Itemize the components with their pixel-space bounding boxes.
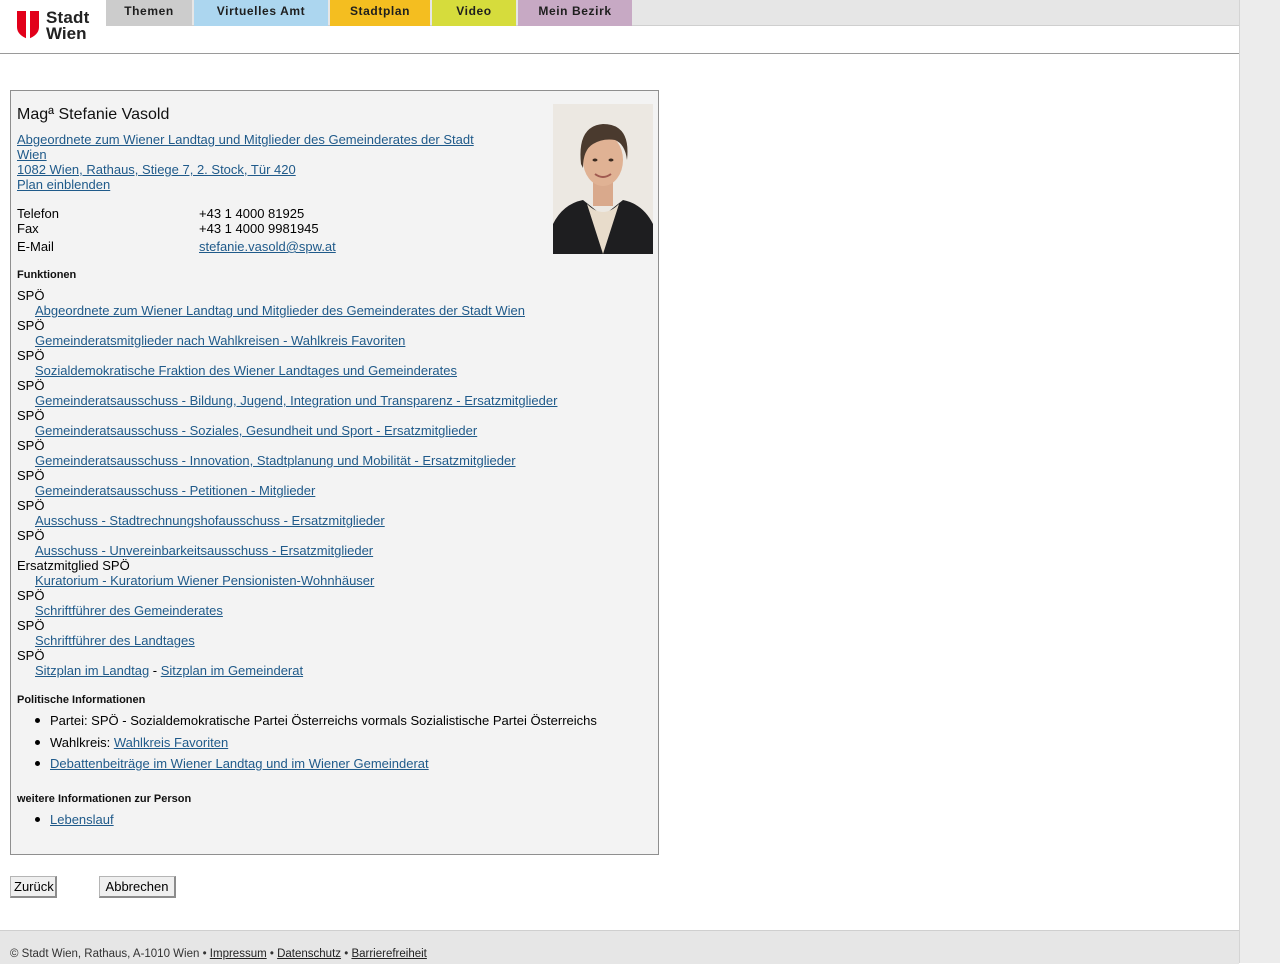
impressum-link[interactable]: Impressum — [210, 948, 267, 960]
function-link[interactable]: Sozialdemokratische Fraktion des Wiener … — [35, 363, 457, 378]
function-party: SPÖ — [17, 318, 45, 333]
function-link[interactable]: Gemeinderatsausschuss - Bildung, Jugend,… — [35, 393, 557, 408]
portrait-image — [553, 104, 653, 254]
role-link[interactable]: Abgeordnete zum Wiener Landtag und Mitgl… — [17, 132, 487, 162]
function-link[interactable]: Gemeinderatsausschuss - Soziales, Gesund… — [35, 423, 477, 438]
footer-bullet: • — [341, 948, 352, 960]
email-row: E-Mail stefanie.vasold@spw.at — [17, 239, 497, 257]
function-party: Ersatzmitglied SPÖ — [17, 558, 130, 573]
function-link[interactable]: Ausschuss - Unvereinbarkeitsausschuss - … — [35, 543, 373, 558]
site-header: Stadt Wien Themen Virtuelles Amt Stadtpl… — [0, 0, 1239, 54]
contact-table: Telefon +43 1 4000 81925 Fax +43 1 4000 … — [17, 206, 497, 257]
barrierefreiheit-link[interactable]: Barrierefreiheit — [351, 948, 426, 960]
datenschutz-link[interactable]: Datenschutz — [277, 948, 341, 960]
more-info-heading: weitere Informationen zur Person — [17, 793, 192, 805]
party-text: Partei: SPÖ - Sozialdemokratische Partei… — [50, 713, 597, 728]
email-label: E-Mail — [17, 239, 54, 254]
function-party: SPÖ — [17, 348, 45, 363]
seating-plan-item: SPÖ Sitzplan im Landtag - Sitzplan im Ge… — [17, 648, 647, 678]
tab-mein-bezirk[interactable]: Mein Bezirk — [518, 0, 632, 26]
person-name: Magª Stefanie Vasold — [17, 106, 170, 123]
function-item: SPÖ Sozialdemokratische Fraktion des Wie… — [17, 348, 647, 378]
function-party: SPÖ — [17, 588, 45, 603]
seating-plan-landtag-link[interactable]: Sitzplan im Landtag — [35, 663, 149, 678]
function-party: SPÖ — [17, 408, 45, 423]
tab-stadtplan[interactable]: Stadtplan — [330, 0, 430, 26]
function-link[interactable]: Schriftführer des Gemeinderates — [35, 603, 223, 618]
function-party: SPÖ — [17, 438, 45, 453]
more-info-list: Lebenslauf — [17, 810, 647, 832]
party-item: Partei: SPÖ - Sozialdemokratische Partei… — [17, 711, 647, 733]
back-button[interactable]: Zurück — [10, 876, 57, 898]
cv-link[interactable]: Lebenslauf — [50, 812, 114, 827]
function-link[interactable]: Schriftführer des Landtages — [35, 633, 195, 648]
function-party: SPÖ — [17, 498, 45, 513]
cv-item: Lebenslauf — [17, 810, 647, 832]
fax-row: Fax +43 1 4000 9981945 — [17, 221, 497, 236]
fax-value: +43 1 4000 9981945 — [199, 221, 319, 236]
political-info-heading: Politische Informationen — [17, 694, 146, 706]
function-item: SPÖ Gemeinderatsausschuss - Bildung, Jug… — [17, 378, 647, 408]
function-item: SPÖ Ausschuss - Unvereinbarkeitsausschus… — [17, 528, 647, 558]
wahlkreis-label: Wahlkreis: — [50, 734, 114, 750]
function-party: SPÖ — [17, 288, 45, 303]
function-party: SPÖ — [17, 648, 45, 663]
person-card: Magª Stefanie Vasold Abgeordnete zum Wie… — [10, 90, 659, 855]
phone-row: Telefon +43 1 4000 81925 — [17, 206, 497, 221]
footer-copyright: © Stadt Wien, Rathaus, A-1010 Wien — [10, 948, 200, 960]
function-link[interactable]: Kuratorium - Kuratorium Wiener Pensionis… — [35, 573, 374, 588]
footer-text: © Stadt Wien, Rathaus, A-1010 Wien • Imp… — [10, 948, 427, 960]
function-link[interactable]: Gemeinderatsausschuss - Petitionen - Mit… — [35, 483, 315, 498]
role-block: Abgeordnete zum Wiener Landtag und Mitgl… — [17, 132, 487, 192]
wahlkreis-link[interactable]: Wahlkreis Favoriten — [114, 735, 228, 750]
function-item: SPÖ Abgeordnete zum Wiener Landtag und M… — [17, 288, 647, 318]
functions-heading: Funktionen — [17, 269, 77, 281]
debate-item: Debattenbeiträge im Wiener Landtag und i… — [17, 754, 647, 776]
functions-list: SPÖ Abgeordnete zum Wiener Landtag und M… — [17, 288, 647, 678]
link-separator: - — [149, 663, 161, 678]
logo-text-wien: Wien — [46, 24, 87, 43]
political-info-list: Partei: SPÖ - Sozialdemokratische Partei… — [17, 711, 647, 776]
function-item: SPÖ Gemeinderatsausschuss - Innovation, … — [17, 438, 647, 468]
tab-themen[interactable]: Themen — [106, 0, 192, 26]
function-item: Ersatzmitglied SPÖ Kuratorium - Kuratori… — [17, 558, 647, 588]
function-item: SPÖ Gemeinderatsmitglieder nach Wahlkrei… — [17, 318, 647, 348]
function-link[interactable]: Gemeinderatsausschuss - Innovation, Stad… — [35, 453, 516, 468]
function-item: SPÖ Ausschuss - Stadtrechnungshofausschu… — [17, 498, 647, 528]
function-party: SPÖ — [17, 528, 45, 543]
cancel-button[interactable]: Abbrechen — [99, 876, 176, 898]
function-item: SPÖ Schriftführer des Gemeinderates — [17, 588, 647, 618]
tab-virtuelles-amt[interactable]: Virtuelles Amt — [194, 0, 328, 26]
site-footer: © Stadt Wien, Rathaus, A-1010 Wien • Imp… — [0, 930, 1239, 964]
footer-bullet: • — [266, 948, 278, 960]
scrollbar-gutter — [1239, 0, 1280, 963]
function-item: SPÖ Gemeinderatsausschuss - Petitionen -… — [17, 468, 647, 498]
fax-label: Fax — [17, 221, 39, 236]
tab-video[interactable]: Video — [432, 0, 516, 26]
show-map-link[interactable]: Plan einblenden — [17, 177, 487, 192]
function-link[interactable]: Abgeordnete zum Wiener Landtag und Mitgl… — [35, 303, 525, 318]
wahlkreis-item: Wahlkreis: Wahlkreis Favoriten — [17, 733, 647, 755]
function-party: SPÖ — [17, 618, 45, 633]
stadt-wien-logo[interactable]: Stadt Wien — [17, 9, 97, 43]
seating-plan-links: Sitzplan im Landtag - Sitzplan im Gemein… — [35, 663, 303, 678]
seating-plan-gemeinderat-link[interactable]: Sitzplan im Gemeinderat — [161, 663, 303, 678]
function-item: SPÖ Gemeinderatsausschuss - Soziales, Ge… — [17, 408, 647, 438]
function-party: SPÖ — [17, 378, 45, 393]
function-link[interactable]: Ausschuss - Stadtrechnungshofausschuss -… — [35, 513, 385, 528]
footer-bullet: • — [199, 948, 210, 960]
phone-label: Telefon — [17, 206, 59, 221]
email-link[interactable]: stefanie.vasold@spw.at — [199, 239, 336, 254]
wien-shield-icon — [17, 11, 39, 39]
debate-link[interactable]: Debattenbeiträge im Wiener Landtag und i… — [50, 756, 429, 771]
function-party: SPÖ — [17, 468, 45, 483]
address-link[interactable]: 1082 Wien, Rathaus, Stiege 7, 2. Stock, … — [17, 162, 487, 177]
phone-value: +43 1 4000 81925 — [199, 206, 305, 221]
function-link[interactable]: Gemeinderatsmitglieder nach Wahlkreisen … — [35, 333, 405, 348]
function-item: SPÖ Schriftführer des Landtages — [17, 618, 647, 648]
person-photo — [553, 104, 653, 254]
